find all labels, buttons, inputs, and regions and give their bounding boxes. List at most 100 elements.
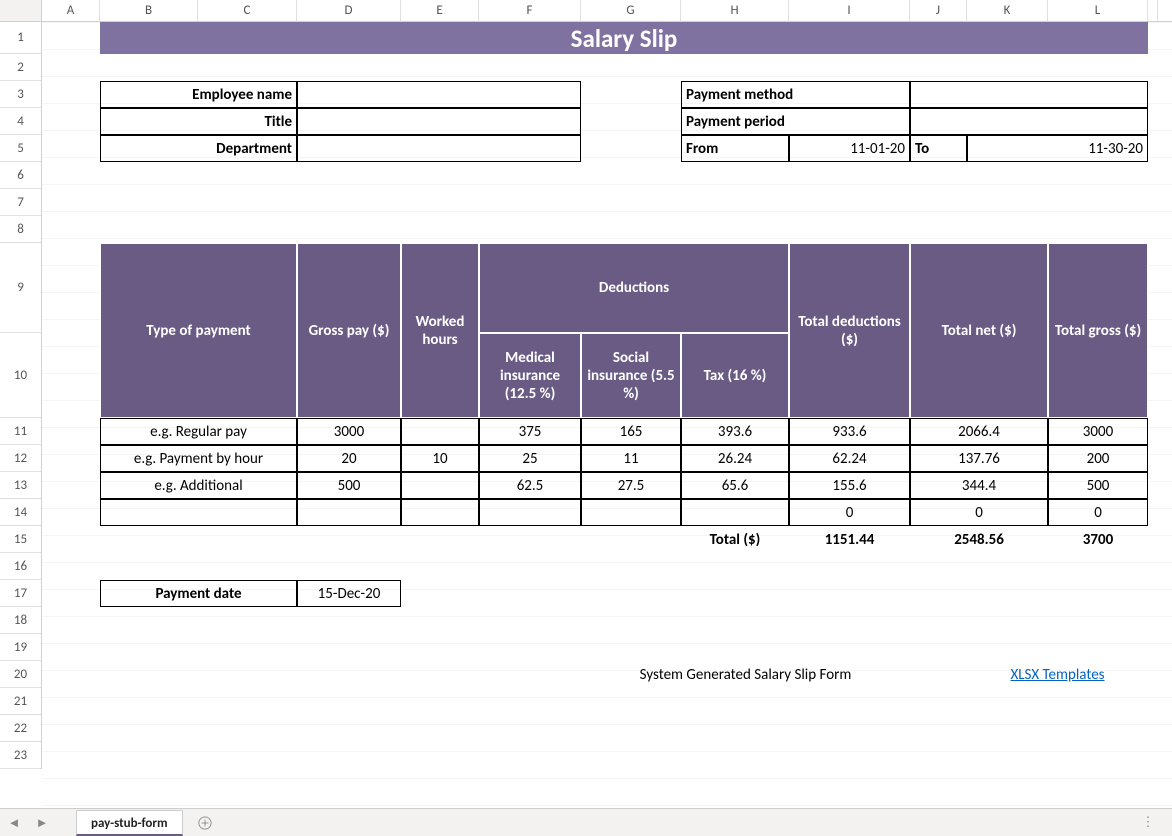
table-row[interactable]: [100, 499, 297, 526]
from-value[interactable]: 11-01-20: [789, 135, 910, 162]
cell-worked[interactable]: [401, 472, 479, 499]
col-header-G[interactable]: G: [581, 0, 681, 21]
col-header-J[interactable]: J: [910, 0, 967, 21]
table-row[interactable]: e.g. Additional: [100, 472, 297, 499]
payment-period-value[interactable]: [910, 108, 1148, 135]
cell-gross[interactable]: [297, 499, 401, 526]
cell-total-net[interactable]: 344.4: [910, 472, 1048, 499]
col-header-C[interactable]: C: [198, 0, 297, 21]
payment-date-label: Payment date: [100, 580, 297, 607]
row-header-19[interactable]: 19: [0, 634, 41, 661]
cell-social[interactable]: 11: [581, 445, 681, 472]
cell-total-ded[interactable]: 62.24: [789, 445, 910, 472]
sheet-grid[interactable]: Salary SlipEmployee nameTitleDepartmentP…: [42, 22, 1172, 808]
th-social: Social insurance (5.5 %): [581, 333, 681, 418]
row-header-17[interactable]: 17: [0, 580, 41, 607]
cell-total-ded[interactable]: 155.6: [789, 472, 910, 499]
row-header-16[interactable]: 16: [0, 553, 41, 580]
cell-tax[interactable]: 26.24: [681, 445, 789, 472]
page-title: Salary Slip: [100, 22, 1148, 54]
col-header-B[interactable]: B: [100, 0, 198, 21]
row-header-21[interactable]: 21: [0, 688, 41, 715]
col-header-E[interactable]: E: [401, 0, 479, 21]
cell-total-ded[interactable]: 0: [789, 499, 910, 526]
col-header-A[interactable]: A: [42, 0, 100, 21]
cell-total-gross[interactable]: 500: [1048, 472, 1148, 499]
row-header-20[interactable]: 20: [0, 661, 41, 688]
th-total-ded: Total deductions ($): [789, 243, 910, 418]
col-header-K[interactable]: K: [967, 0, 1048, 21]
row-header-18[interactable]: 18: [0, 607, 41, 634]
total-net: 2548.56: [910, 526, 1048, 553]
tab-bar-options[interactable]: ⋮: [1136, 815, 1160, 830]
xlsx-templates-link[interactable]: XLSX Templates: [1010, 666, 1104, 684]
cell-medical[interactable]: 25: [479, 445, 581, 472]
col-header-L[interactable]: L: [1048, 0, 1148, 21]
row-header-6[interactable]: 6: [0, 162, 41, 189]
footer-link[interactable]: XLSX Templates: [967, 661, 1148, 688]
select-all-corner[interactable]: [0, 0, 42, 21]
cell-gross[interactable]: 3000: [297, 418, 401, 445]
cell-medical[interactable]: [479, 499, 581, 526]
row-header-15[interactable]: 15: [0, 526, 41, 553]
employee-department-value[interactable]: [297, 135, 581, 162]
row-header-5[interactable]: 5: [0, 135, 41, 162]
cell-worked[interactable]: 10: [401, 445, 479, 472]
table-row[interactable]: e.g. Regular pay: [100, 418, 297, 445]
col-header-H[interactable]: H: [681, 0, 789, 21]
col-header-I[interactable]: I: [789, 0, 910, 21]
cell-medical[interactable]: 375: [479, 418, 581, 445]
row-header-13[interactable]: 13: [0, 472, 41, 499]
employee-title-value[interactable]: [297, 108, 581, 135]
cell-total-gross[interactable]: 3000: [1048, 418, 1148, 445]
row-header-7[interactable]: 7: [0, 189, 41, 216]
cell-social[interactable]: 165: [581, 418, 681, 445]
cell-total-net[interactable]: 0: [910, 499, 1048, 526]
tab-nav-prev[interactable]: ◄: [0, 815, 28, 831]
sheet-tab-active[interactable]: pay-stub-form: [76, 810, 183, 836]
cell-worked[interactable]: [401, 499, 479, 526]
row-header-12[interactable]: 12: [0, 445, 41, 472]
col-header-D[interactable]: D: [297, 0, 401, 21]
row-header-2[interactable]: 2: [0, 54, 41, 81]
payment-method-value[interactable]: [910, 81, 1148, 108]
cell-gross[interactable]: 20: [297, 445, 401, 472]
row-header-11[interactable]: 11: [0, 418, 41, 445]
cell-tax[interactable]: [681, 499, 789, 526]
cell-tax[interactable]: 65.6: [681, 472, 789, 499]
cell-tax[interactable]: 393.6: [681, 418, 789, 445]
footer-note: System Generated Salary Slip Form: [581, 661, 910, 688]
row-header-1[interactable]: 1: [0, 22, 41, 54]
row-header-8[interactable]: 8: [0, 216, 41, 243]
cell-worked[interactable]: [401, 418, 479, 445]
add-sheet-button[interactable]: [191, 814, 219, 831]
cell-total-gross[interactable]: 200: [1048, 445, 1148, 472]
row-header-22[interactable]: 22: [0, 715, 41, 742]
th-medical: Medical insurance (12.5 %): [479, 333, 581, 418]
col-header-F[interactable]: F: [479, 0, 581, 21]
from-label: From: [681, 135, 789, 162]
th-total-gross: Total gross ($): [1048, 243, 1148, 418]
cell-total-gross[interactable]: 0: [1048, 499, 1148, 526]
cell-gross[interactable]: 500: [297, 472, 401, 499]
row-header-9[interactable]: 9: [0, 243, 41, 333]
table-row[interactable]: e.g. Payment by hour: [100, 445, 297, 472]
cell-social[interactable]: [581, 499, 681, 526]
th-worked: Worked hours: [401, 243, 479, 418]
employee-name-value[interactable]: [297, 81, 581, 108]
employee-department-label: Department: [100, 135, 297, 162]
row-header-3[interactable]: 3: [0, 81, 41, 108]
to-value[interactable]: 11-30-20: [967, 135, 1148, 162]
cell-medical[interactable]: 62.5: [479, 472, 581, 499]
cell-total-net[interactable]: 137.76: [910, 445, 1048, 472]
payment-date-value[interactable]: 15-Dec-20: [297, 580, 401, 607]
th-gross: Gross pay ($): [297, 243, 401, 418]
row-header-23[interactable]: 23: [0, 742, 41, 769]
cell-social[interactable]: 27.5: [581, 472, 681, 499]
row-header-4[interactable]: 4: [0, 108, 41, 135]
cell-total-ded[interactable]: 933.6: [789, 418, 910, 445]
row-header-14[interactable]: 14: [0, 499, 41, 526]
cell-total-net[interactable]: 2066.4: [910, 418, 1048, 445]
row-header-10[interactable]: 10: [0, 333, 41, 418]
tab-nav-next[interactable]: ►: [28, 815, 56, 831]
